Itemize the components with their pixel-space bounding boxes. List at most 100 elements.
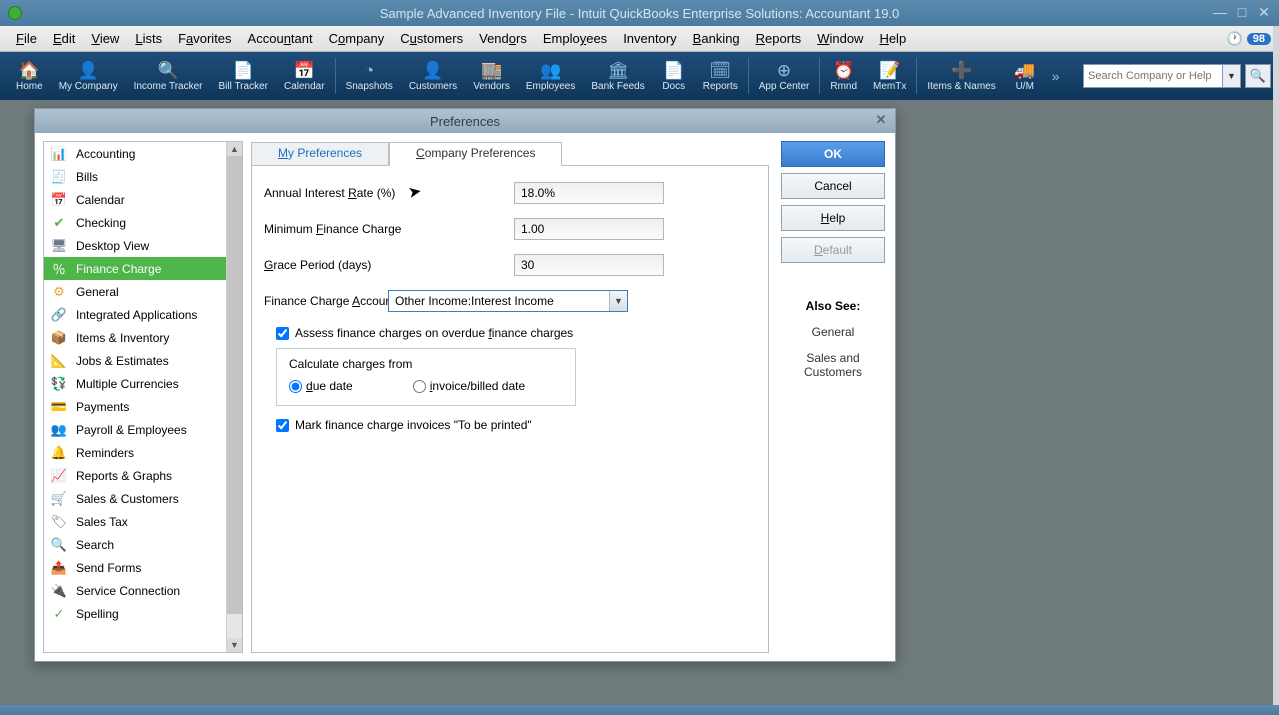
toolbar-icon: 🗓 — [709, 61, 731, 81]
scroll-down-arrow[interactable]: ▼ — [227, 638, 242, 652]
category-checking[interactable]: ✔Checking — [44, 211, 226, 234]
search-dropdown-button[interactable]: ▼ — [1223, 64, 1241, 88]
menu-company[interactable]: Company — [321, 29, 393, 48]
also-see-sales-link[interactable]: Sales and Customers — [779, 351, 887, 379]
assess-overdue-label: Assess finance charges on overdue financ… — [295, 326, 573, 340]
category-service-connection[interactable]: 🔌Service Connection — [44, 579, 226, 602]
toolbar-bank-feeds[interactable]: 🏛Bank Feeds — [583, 52, 652, 100]
invoice-date-radio-label[interactable]: invoice/billed date — [413, 379, 525, 393]
toolbar-label: Items & Names — [927, 81, 995, 92]
dropdown-arrow-icon[interactable]: ▼ — [609, 291, 627, 311]
maximize-button[interactable]: □ — [1233, 4, 1251, 20]
category-icon: ✓ — [48, 606, 70, 622]
tab-my-preferences[interactable]: My Preferences — [251, 142, 389, 166]
invoice-date-radio[interactable] — [413, 380, 426, 393]
category-items-inventory[interactable]: 📦Items & Inventory — [44, 326, 226, 349]
due-date-radio-label[interactable]: due date — [289, 379, 353, 393]
calculate-from-fieldset: Calculate charges from due date invoice/… — [276, 348, 576, 406]
category-search[interactable]: 🔍Search — [44, 533, 226, 556]
category-general[interactable]: ⚙General — [44, 280, 226, 303]
category-label: Checking — [76, 216, 126, 230]
search-input[interactable] — [1083, 64, 1223, 88]
also-see-general-link[interactable]: General — [779, 325, 887, 339]
menu-edit[interactable]: Edit — [45, 29, 83, 48]
toolbar-memtx[interactable]: 📝MemTx — [865, 52, 914, 100]
toolbar-reports[interactable]: 🗓Reports — [695, 52, 746, 100]
toolbar-snapshots[interactable]: ◔Snapshots — [338, 52, 401, 100]
category-accounting[interactable]: 📊Accounting — [44, 142, 226, 165]
minimize-button[interactable]: — — [1211, 4, 1229, 20]
toolbar-bill-tracker[interactable]: 📄Bill Tracker — [211, 52, 276, 100]
menu-banking[interactable]: Banking — [685, 29, 748, 48]
category-calendar[interactable]: 📅Calendar — [44, 188, 226, 211]
category-reminders[interactable]: 🔔Reminders — [44, 441, 226, 464]
category-finance-charge[interactable]: ％Finance Charge — [44, 257, 226, 280]
toolbar-customers[interactable]: 👤Customers — [401, 52, 465, 100]
mark-to-be-printed-checkbox[interactable] — [276, 419, 289, 432]
toolbar-employees[interactable]: 👥Employees — [518, 52, 583, 100]
category-integrated-applications[interactable]: 🔗Integrated Applications — [44, 303, 226, 326]
menu-accountant[interactable]: Accountant — [240, 29, 321, 48]
due-date-radio[interactable] — [289, 380, 302, 393]
window-right-scrollbar[interactable] — [1273, 26, 1279, 705]
search-go-button[interactable]: 🔍 — [1245, 64, 1271, 88]
ok-button[interactable]: OK — [781, 141, 885, 167]
toolbar-my-company[interactable]: 👤My Company — [51, 52, 126, 100]
category-desktop-view[interactable]: 🖥Desktop View — [44, 234, 226, 257]
toolbar-income-tracker[interactable]: 🔍Income Tracker — [126, 52, 211, 100]
toolbar-label: Calendar — [284, 81, 325, 92]
toolbar-rmnd[interactable]: ⏰Rmnd — [822, 52, 865, 100]
toolbar-app-center[interactable]: ⊕App Center — [751, 52, 818, 100]
reminder-clock-icon[interactable]: 🕐 — [1227, 31, 1243, 47]
close-button[interactable]: ✕ — [1255, 4, 1273, 20]
menu-inventory[interactable]: Inventory — [615, 29, 684, 48]
menu-favorites[interactable]: Favorites — [170, 29, 239, 48]
cancel-button[interactable]: Cancel — [781, 173, 885, 199]
tab-company-preferences[interactable]: Company Preferences — [389, 142, 562, 166]
menu-vendors[interactable]: Vendors — [471, 29, 535, 48]
menu-lists[interactable]: Lists — [127, 29, 170, 48]
annual-rate-label: Annual Interest Rate (%) — [264, 186, 514, 200]
category-jobs-estimates[interactable]: 📐Jobs & Estimates — [44, 349, 226, 372]
menu-file[interactable]: File — [8, 29, 45, 48]
scroll-up-arrow[interactable]: ▲ — [227, 142, 242, 156]
notification-badge[interactable]: 98 — [1247, 33, 1271, 45]
toolbar-home[interactable]: 🏠Home — [8, 52, 51, 100]
menu-help[interactable]: Help — [871, 29, 914, 48]
toolbar-docs[interactable]: 📄Docs — [653, 52, 695, 100]
toolbar-items-names[interactable]: ➕Items & Names — [919, 52, 1003, 100]
category-bills[interactable]: 🧾Bills — [44, 165, 226, 188]
toolbar-u-m[interactable]: 🚚U/M — [1004, 52, 1046, 100]
menubar: File Edit View Lists Favorites Accountan… — [0, 26, 1279, 52]
category-payroll-employees[interactable]: 👥Payroll & Employees — [44, 418, 226, 441]
menu-employees[interactable]: Employees — [535, 29, 615, 48]
category-spelling[interactable]: ✓Spelling — [44, 602, 226, 625]
assess-overdue-checkbox[interactable] — [276, 327, 289, 340]
annual-rate-input[interactable]: 18.0% — [514, 182, 664, 204]
category-sales-customers[interactable]: 🛒Sales & Customers — [44, 487, 226, 510]
help-button[interactable]: Help — [781, 205, 885, 231]
category-icon: 💳 — [48, 399, 70, 415]
category-scrollbar[interactable]: ▲ ▼ — [226, 142, 242, 652]
min-charge-input[interactable]: 1.00 — [514, 218, 664, 240]
finance-account-select[interactable]: Other Income:Interest Income ▼ — [388, 290, 628, 312]
category-payments[interactable]: 💳Payments — [44, 395, 226, 418]
menu-customers[interactable]: Customers — [392, 29, 471, 48]
category-sales-tax[interactable]: 🏷Sales Tax — [44, 510, 226, 533]
menu-reports[interactable]: Reports — [748, 29, 810, 48]
toolbar-vendors[interactable]: 🏬Vendors — [465, 52, 518, 100]
category-send-forms[interactable]: 📤Send Forms — [44, 556, 226, 579]
category-icon: 🔔 — [48, 445, 70, 461]
category-reports-graphs[interactable]: 📈Reports & Graphs — [44, 464, 226, 487]
toolbar-overflow-button[interactable]: » — [1046, 68, 1066, 84]
dialog-title: Preferences — [430, 114, 500, 129]
menu-window[interactable]: Window — [809, 29, 871, 48]
menu-view[interactable]: View — [83, 29, 127, 48]
category-icon: 🔍 — [48, 537, 70, 553]
grace-period-label: Grace Period (days) — [264, 258, 514, 272]
grace-period-input[interactable]: 30 — [514, 254, 664, 276]
category-multiple-currencies[interactable]: 💱Multiple Currencies — [44, 372, 226, 395]
dialog-close-button[interactable]: ✕ — [873, 112, 889, 128]
scroll-thumb[interactable] — [227, 156, 242, 614]
toolbar-calendar[interactable]: 📅Calendar — [276, 52, 333, 100]
